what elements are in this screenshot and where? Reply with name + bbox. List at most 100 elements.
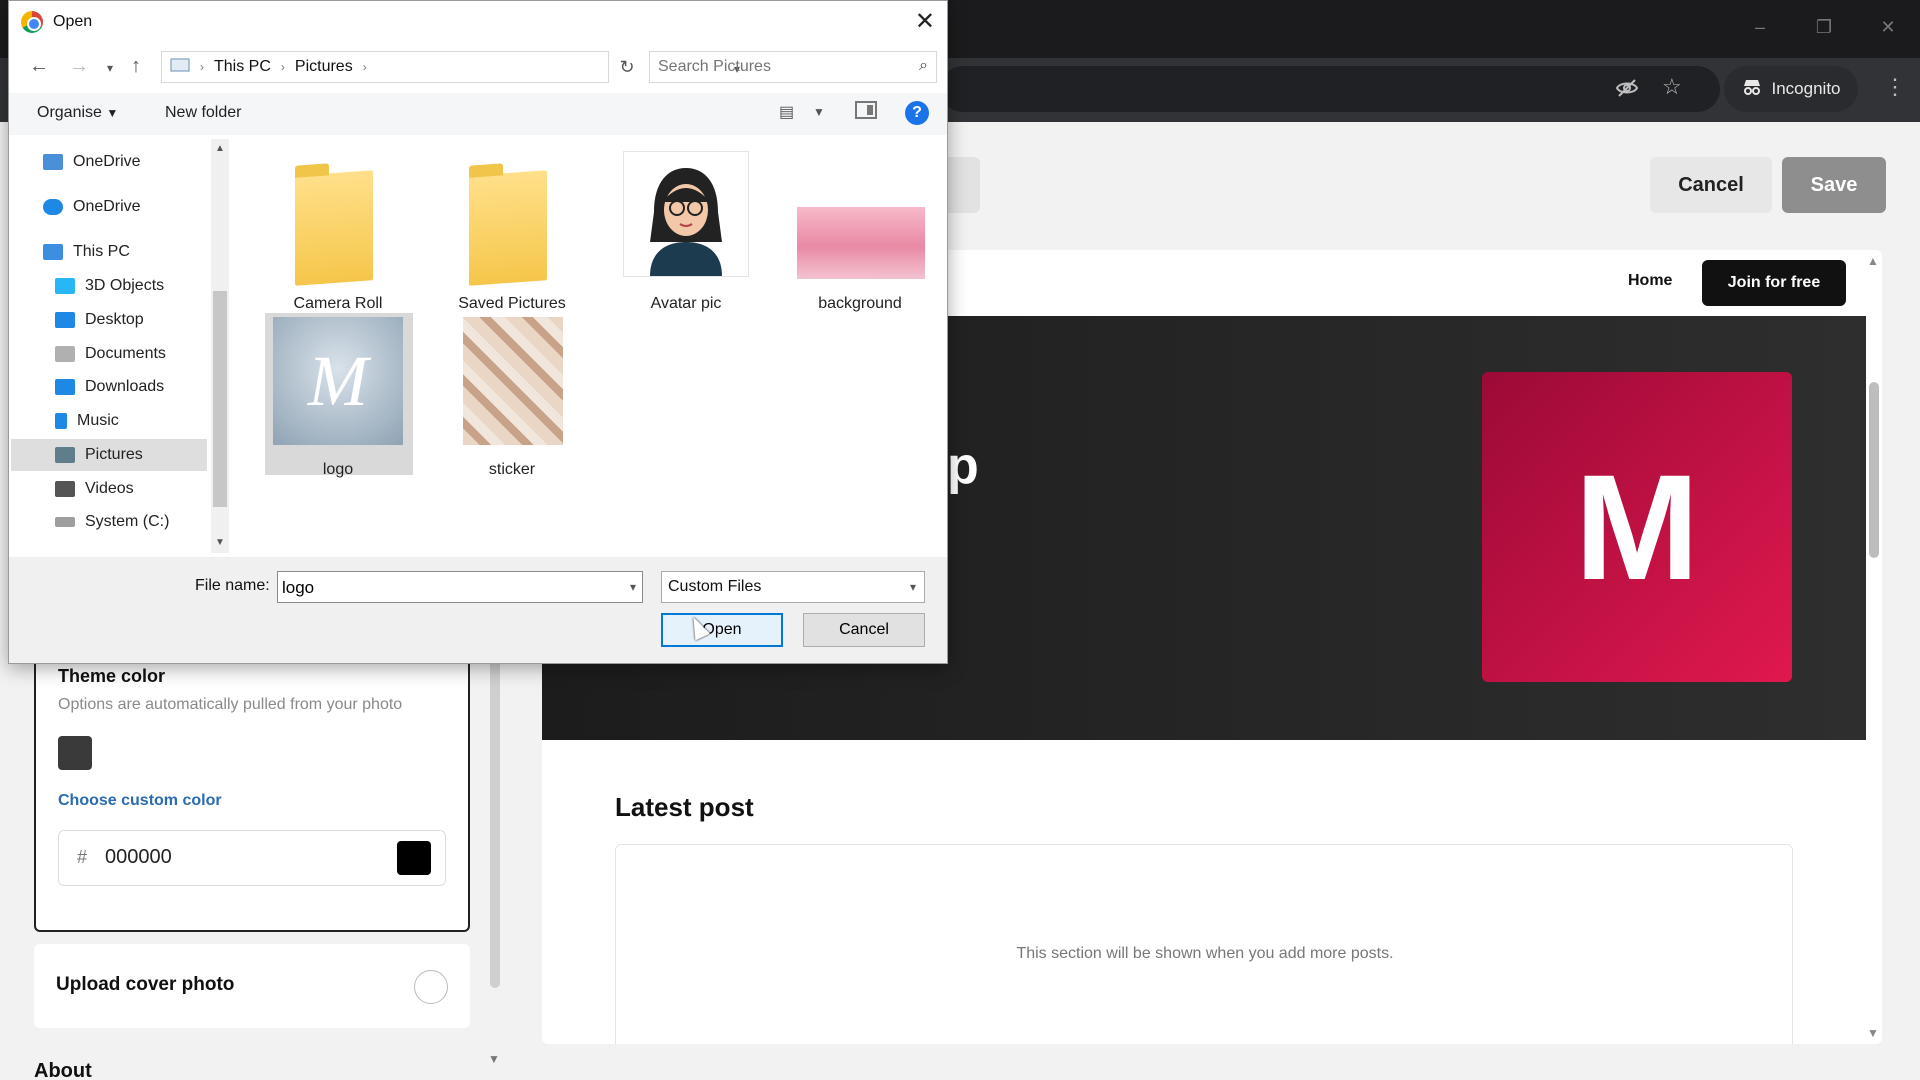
hex-color-field[interactable]: # 000000 [58,830,446,886]
tree-item-label: OneDrive [73,198,141,215]
file-item-avatar-pic[interactable]: Avatar pic [613,151,759,312]
close-window-icon[interactable]: ✕ [1856,0,1920,54]
forward-arrow-icon[interactable]: → [69,55,89,78]
join-for-free-button[interactable]: Join for free [1702,260,1846,306]
tree-item-this-pc[interactable]: This PC [43,237,130,267]
path-breadcrumb[interactable]: › This PC › Pictures › ▾ [161,51,740,83]
file-item-sticker[interactable]: sticker [439,317,585,478]
dialog-titlebar: Open ✕ [9,1,947,43]
close-icon[interactable]: ✕ [915,7,935,36]
breadcrumb-pictures[interactable]: Pictures [295,58,353,76]
tree-item-music[interactable]: Music [55,406,119,436]
breadcrumb-separator-icon: › [280,60,285,74]
breadcrumb-separator-icon: › [200,60,204,74]
scroll-down-arrow-icon[interactable]: ▼ [215,537,225,548]
bookmark-star-icon[interactable]: ☆ [1662,74,1682,100]
scroll-up-arrow-icon[interactable]: ▲ [215,143,225,154]
tree-item-label: Videos [85,480,134,497]
cancel-button[interactable]: Cancel [1650,157,1772,213]
tree-item-downloads[interactable]: Downloads [55,372,164,402]
chevron-down-icon[interactable]: ▼ [813,105,825,119]
tree-item-documents[interactable]: Documents [55,339,166,369]
tree-item-onedrive[interactable]: OneDrive [43,192,141,222]
tree-item-pictures[interactable]: Pictures [55,440,143,470]
refresh-icon[interactable]: ↻ [613,51,641,83]
file-grid: Camera Roll Saved Pictures Avatar pic ba… [241,141,931,551]
file-item-background[interactable]: background [787,151,933,312]
tree-item-label: OneDrive [73,153,141,170]
tree-item-system-c[interactable]: System (C:) [55,507,169,537]
file-item-saved-pictures[interactable]: Saved Pictures [439,151,585,312]
file-label: sticker [488,461,536,478]
minimize-icon[interactable]: – [1728,0,1792,54]
file-name-input[interactable] [282,578,602,598]
address-bar[interactable] [940,66,1720,112]
tree-item-3d-objects[interactable]: 3D Objects [55,271,164,301]
incognito-badge[interactable]: Incognito [1724,66,1858,112]
dialog-title: Open [53,13,93,30]
tree-item-desktop[interactable]: Desktop [55,305,144,335]
tree-item-label: Documents [85,345,166,362]
chrome-logo-icon [21,11,43,33]
file-item-logo[interactable]: M logo [265,317,411,478]
tree-item-videos[interactable]: Videos [55,474,134,504]
computer-icon [43,244,63,260]
theme-color-panel: Theme color Options are automatically pu… [34,652,470,932]
tree-item-label: This PC [73,243,130,260]
latest-post-card: This section will be shown when you add … [615,844,1793,1044]
folder-icon [469,170,547,286]
color-swatch[interactable] [58,736,92,770]
tree-scrollbar-thumb[interactable] [213,291,227,507]
file-name-combobox: ▾ [277,571,643,603]
tree-item-label: 3D Objects [85,277,165,294]
file-name-label: File name: [195,577,270,594]
upload-cover-toggle[interactable] [414,970,448,1004]
new-folder-button[interactable]: New folder [165,104,241,122]
help-icon[interactable]: ? [905,101,929,125]
file-label: Avatar pic [650,295,722,312]
back-arrow-icon[interactable]: ← [29,55,49,78]
drive-icon [55,517,75,527]
save-button[interactable]: Save [1782,157,1886,213]
tree-item-onedrive-business[interactable]: OneDrive [43,147,141,177]
scroll-down-arrow-icon[interactable]: ▼ [1867,1026,1879,1040]
hex-color-preview[interactable] [397,841,431,875]
breadcrumb-this-pc[interactable]: This PC [214,58,271,76]
search-icon[interactable]: ⌕ [919,57,928,75]
theme-color-subtitle: Options are automatically pulled from yo… [58,696,403,713]
cloud-icon [43,199,63,215]
organise-menu[interactable]: Organise ▼ [37,104,118,122]
view-options-icon[interactable]: ▤ [779,102,794,122]
dialog-command-bar: Organise ▼ New folder ▤ ▼ ? [9,93,947,135]
preview-pane-icon[interactable] [855,101,877,119]
music-icon [55,413,67,429]
nav-home-link[interactable]: Home [1628,272,1672,290]
recent-locations-icon[interactable]: ▾ [107,61,113,75]
incognito-label: Incognito [1771,79,1841,98]
scroll-up-arrow-icon[interactable]: ▲ [1867,254,1879,268]
search-box: ⌕ [649,51,937,83]
file-item-camera-roll[interactable]: Camera Roll [265,151,411,312]
scroll-down-arrow-icon[interactable]: ▼ [488,1052,500,1066]
search-input[interactable] [658,58,898,76]
navigation-tree: OneDrive OneDrive This PC 3D Objects Des… [9,139,231,553]
file-label: logo [322,461,354,478]
upload-cover-label: Upload cover photo [56,974,235,995]
choose-custom-color-link[interactable]: Choose custom color [58,792,222,810]
theme-color-title: Theme color [58,666,166,686]
eye-off-icon[interactable] [1615,76,1639,106]
kebab-menu-icon[interactable]: ⋮ [1884,74,1906,100]
tree-item-label: System (C:) [85,513,170,530]
latest-post-empty-text: This section will be shown when you add … [1016,945,1394,962]
dialog-cancel-button[interactable]: Cancel [803,613,925,647]
file-type-select[interactable]: Custom Files ▾ [661,571,925,603]
chevron-down-icon[interactable]: ▾ [630,580,636,594]
up-arrow-icon[interactable]: ↑ [131,55,141,78]
pictures-icon [55,447,75,463]
preview-scrollbar[interactable] [1869,382,1879,558]
hex-value[interactable]: 000000 [105,846,172,869]
file-label: background [818,295,902,312]
upload-cover-card[interactable]: Upload cover photo [34,944,470,1028]
open-button[interactable]: Open [661,613,783,647]
restore-icon[interactable]: ❐ [1792,0,1856,54]
